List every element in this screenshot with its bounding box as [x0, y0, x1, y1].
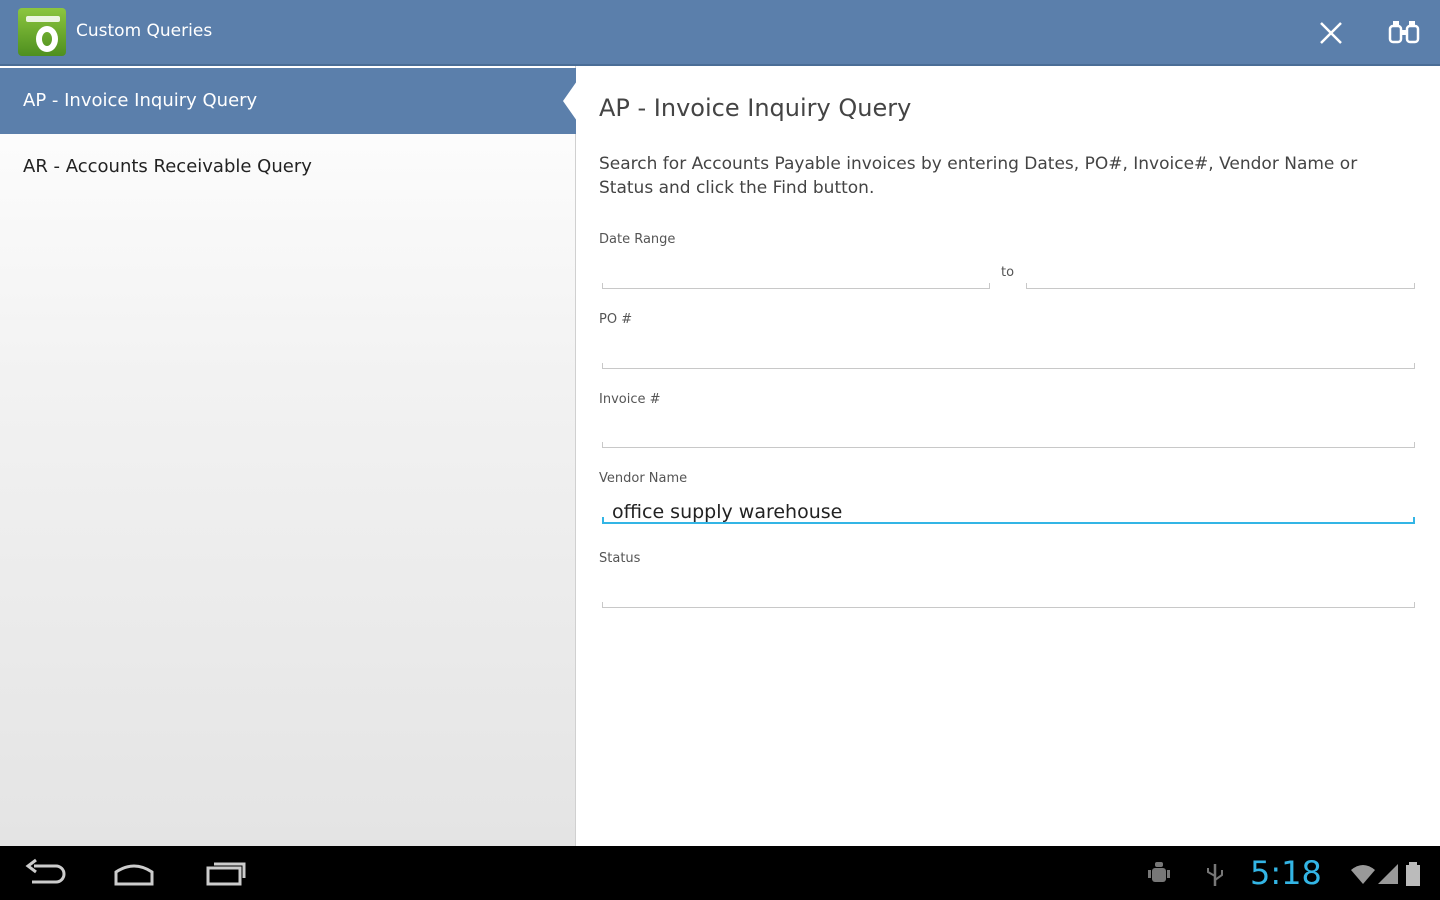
invoice-field[interactable] [602, 424, 1415, 448]
date-range-label: Date Range [599, 232, 676, 247]
status-label: Status [599, 551, 641, 566]
close-icon[interactable] [1314, 16, 1348, 50]
po-input[interactable] [612, 345, 1405, 369]
android-debug-icon [1146, 860, 1172, 888]
wifi-icon [1350, 860, 1376, 888]
query-detail-pane: AP - Invoice Inquiry Query Search for Ac… [577, 66, 1440, 846]
app-title: Custom Queries [76, 21, 213, 41]
query-item-ar-receivable[interactable]: AR - Accounts Receivable Query [0, 134, 576, 200]
date-to-field[interactable] [1026, 265, 1415, 289]
status-input[interactable] [612, 584, 1405, 608]
date-from-input[interactable] [612, 265, 980, 289]
app-logo-ring [36, 26, 58, 52]
date-from-field[interactable] [602, 265, 990, 289]
invoice-label: Invoice # [599, 392, 661, 407]
vendor-name-input[interactable] [612, 500, 1405, 524]
po-label: PO # [599, 312, 633, 327]
invoice-input[interactable] [612, 424, 1405, 448]
home-icon[interactable] [110, 856, 158, 890]
system-clock: 5:18 [1250, 854, 1322, 892]
vendor-name-label: Vendor Name [599, 471, 688, 486]
vendor-name-field[interactable] [602, 500, 1415, 524]
po-field[interactable] [602, 345, 1415, 369]
back-icon[interactable] [22, 856, 70, 890]
date-to-input[interactable] [1036, 265, 1405, 289]
action-bar: Custom Queries [0, 0, 1440, 66]
signal-icon [1376, 860, 1402, 888]
detail-title: AP - Invoice Inquiry Query [599, 94, 912, 122]
app-logo-icon[interactable] [18, 8, 66, 56]
recent-apps-icon[interactable] [202, 856, 250, 890]
query-item-label: AP - Invoice Inquiry Query [23, 90, 258, 111]
detail-description: Search for Accounts Payable invoices by … [599, 154, 1358, 198]
find-binoculars-icon[interactable] [1386, 16, 1422, 50]
app-logo-slot [26, 16, 60, 22]
system-navigation-bar: 5:18 [0, 846, 1440, 900]
battery-icon [1404, 860, 1422, 888]
query-item-ap-invoice[interactable]: AP - Invoice Inquiry Query [0, 68, 577, 134]
date-to-separator: to [1001, 265, 1015, 280]
selection-notch [563, 81, 577, 121]
usb-icon [1202, 860, 1228, 888]
status-field[interactable] [602, 584, 1415, 608]
query-item-label: AR - Accounts Receivable Query [23, 156, 312, 177]
